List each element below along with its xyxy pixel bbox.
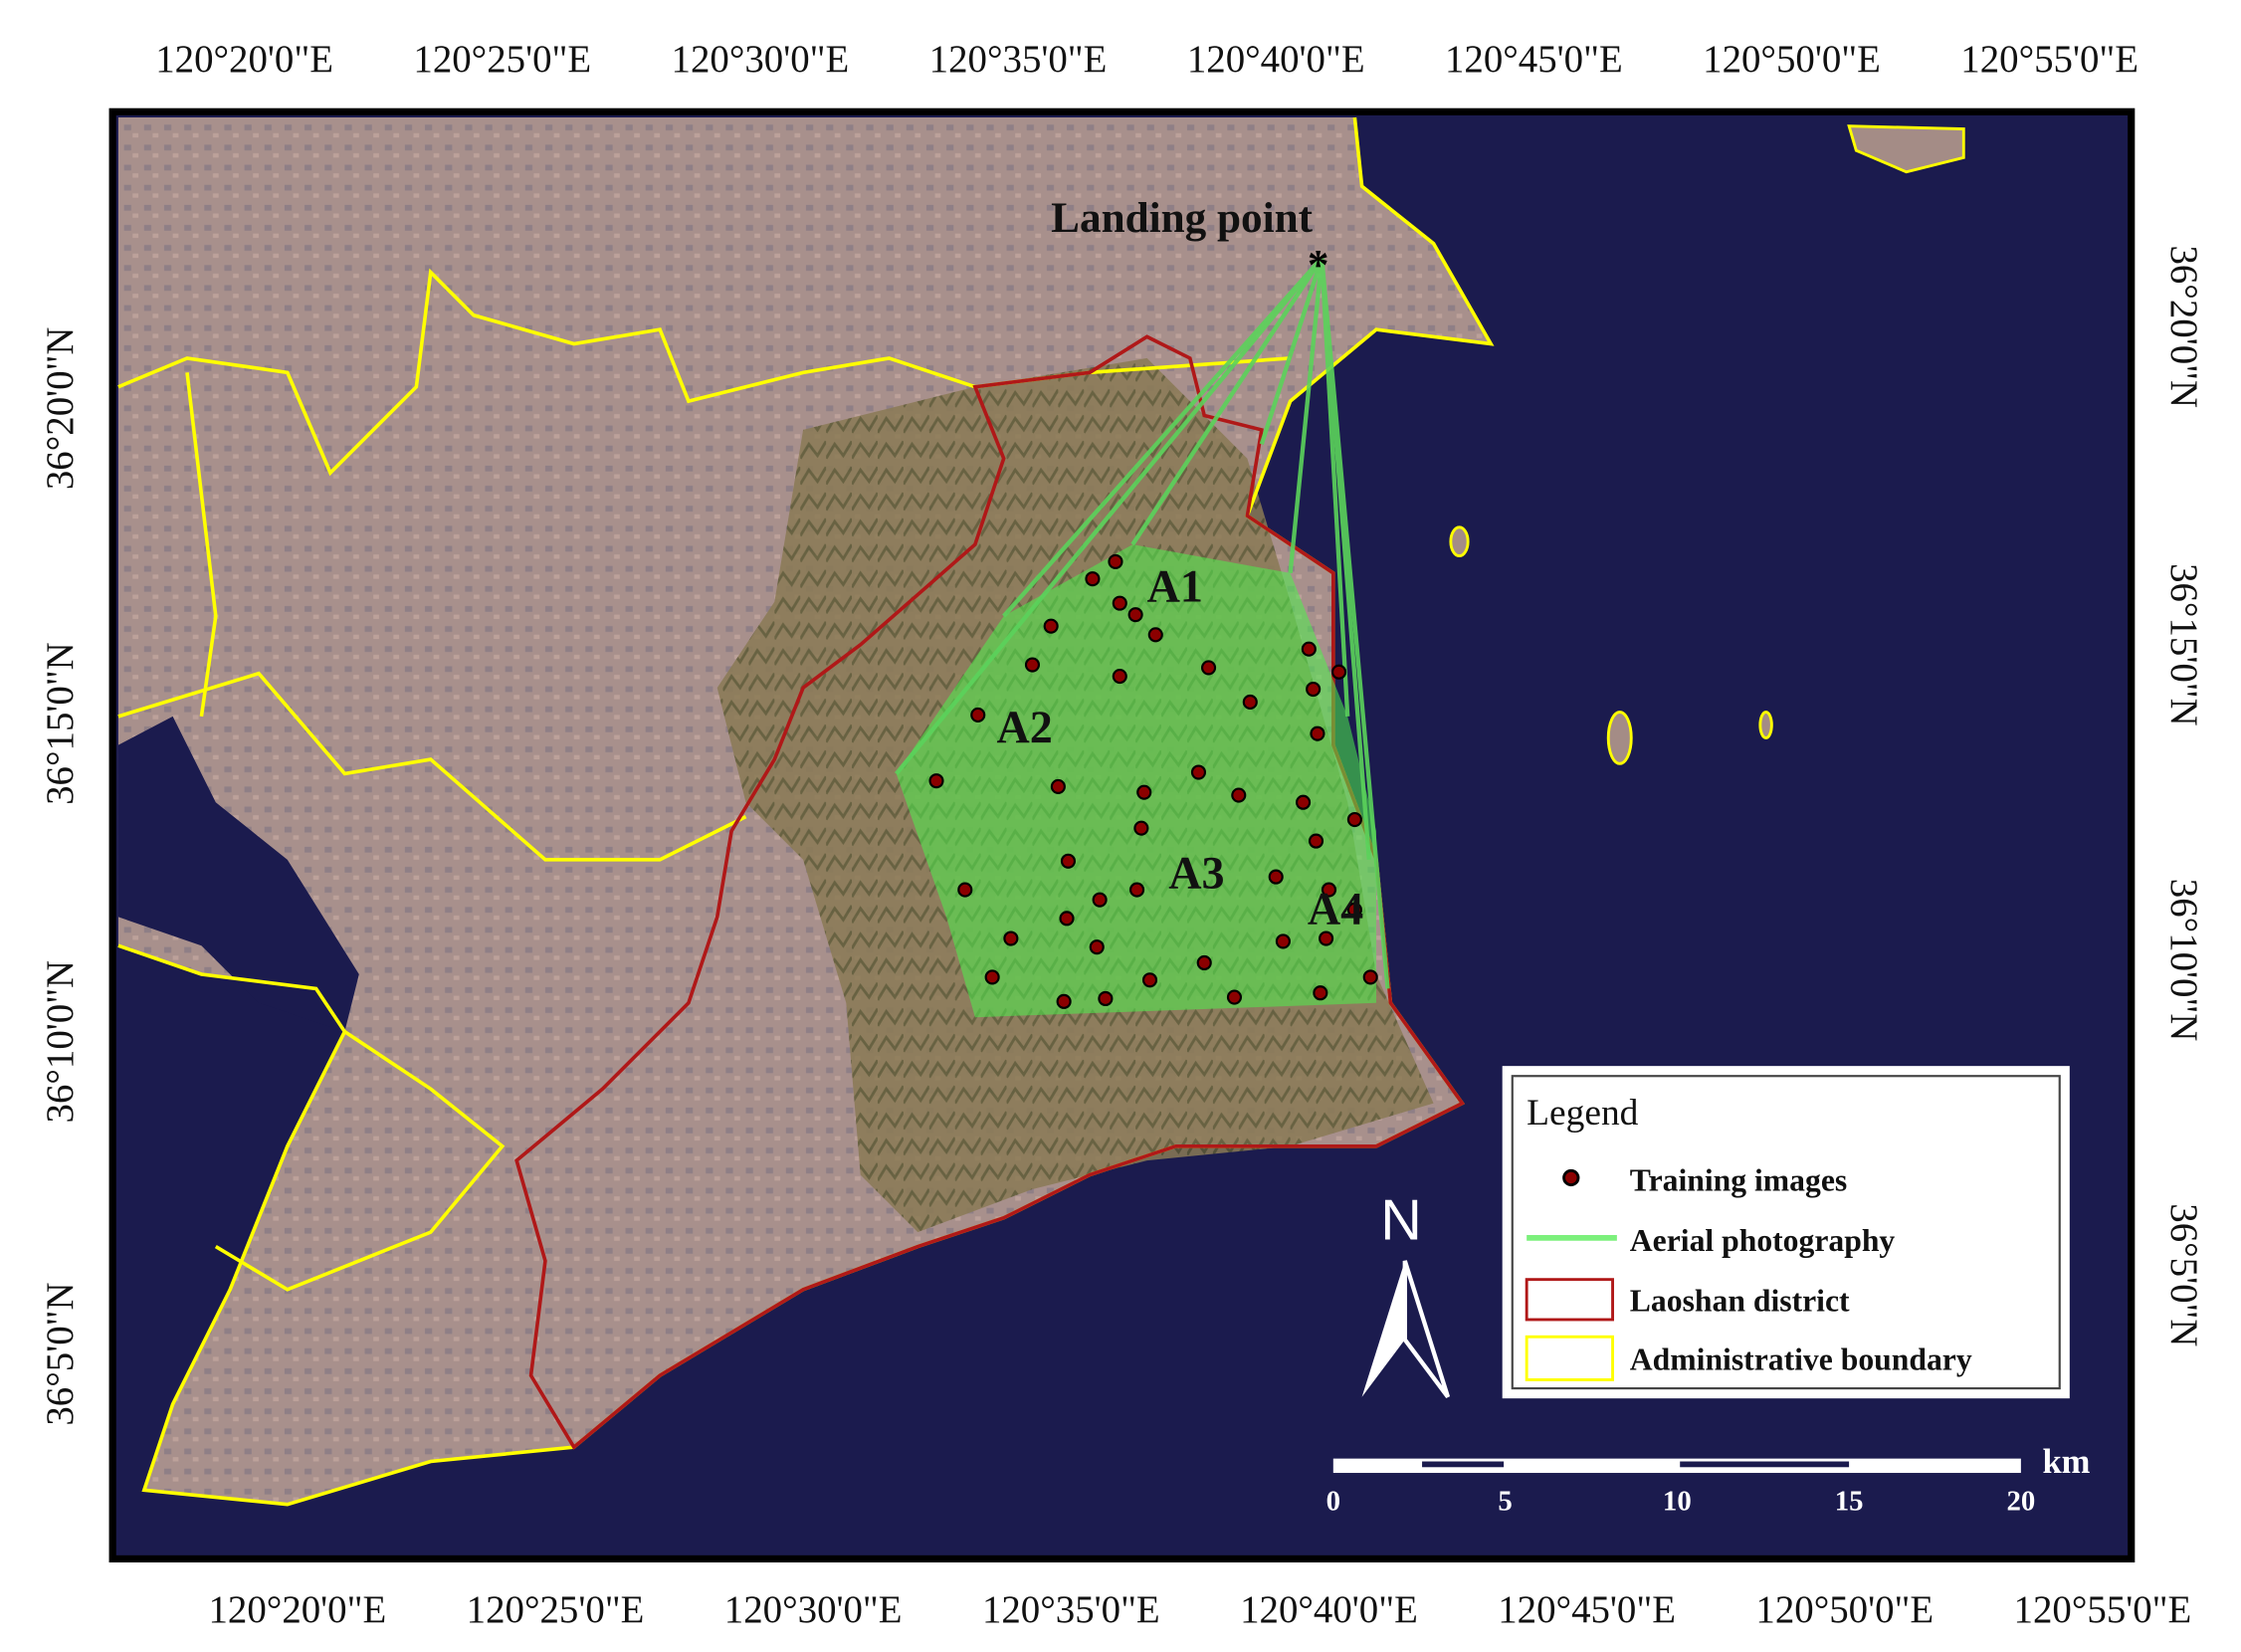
svg-text:5: 5 xyxy=(1498,1485,1512,1517)
training-image-point xyxy=(1060,853,1077,869)
training-image-point xyxy=(1196,954,1212,971)
training-image-point xyxy=(1310,725,1325,741)
svg-text:36°5'0"N: 36°5'0"N xyxy=(39,1282,82,1425)
training-image-point xyxy=(1112,668,1127,685)
svg-text:120°55'0"E: 120°55'0"E xyxy=(2014,1588,2192,1631)
svg-text:0: 0 xyxy=(1326,1485,1340,1517)
svg-text:120°20'0"E: 120°20'0"E xyxy=(209,1588,387,1631)
svg-text:120°45'0"E: 120°45'0"E xyxy=(1498,1588,1676,1631)
training-image-point xyxy=(1226,989,1243,1005)
training-image-point xyxy=(1108,553,1123,569)
training-image-point xyxy=(1043,618,1059,634)
legend-item-laoshan-district: Laoshan district xyxy=(1630,1283,1850,1318)
island xyxy=(1449,525,1470,558)
training-image-point xyxy=(970,707,986,723)
training-image-point xyxy=(1306,681,1322,698)
svg-text:36°10'0"N: 36°10'0"N xyxy=(39,960,82,1124)
training-image-point xyxy=(984,969,1000,985)
training-image-point xyxy=(1275,933,1291,949)
training-image-point xyxy=(1190,764,1207,780)
island xyxy=(1758,711,1773,739)
training-image-point xyxy=(1059,911,1075,927)
svg-text:10: 10 xyxy=(1663,1485,1692,1517)
training-image-point xyxy=(1346,811,1362,828)
map-area: * Landing point A1 A2 A3 A4 N Legend Tra… xyxy=(108,107,2136,1563)
area-label-a3: A3 xyxy=(1168,848,1224,899)
island xyxy=(1606,711,1633,765)
legend-item-training-images: Training images xyxy=(1630,1162,1847,1197)
svg-text:120°30'0"E: 120°30'0"E xyxy=(672,38,850,81)
training-image-point xyxy=(957,882,973,898)
training-image-point xyxy=(1231,787,1247,803)
svg-text:36°5'0"N: 36°5'0"N xyxy=(2162,1203,2205,1346)
svg-text:36°15'0"N: 36°15'0"N xyxy=(39,642,82,805)
training-image-point xyxy=(1085,571,1101,587)
svg-text:120°45'0"E: 120°45'0"E xyxy=(1445,38,1623,81)
right-latitude-labels: 36°20'0"N 36°15'0"N 36°10'0"N 36°5'0"N xyxy=(2162,245,2205,1346)
training-image-point xyxy=(1133,820,1149,836)
legend-item-aerial-photography: Aerial photography xyxy=(1630,1223,1896,1258)
training-image-point xyxy=(1128,882,1145,898)
svg-text:120°40'0"E: 120°40'0"E xyxy=(1187,38,1365,81)
legend: Legend Training images Aerial photograph… xyxy=(1502,1066,2070,1399)
training-image-point xyxy=(1242,694,1258,711)
training-image-point xyxy=(1268,869,1284,885)
svg-text:120°35'0"E: 120°35'0"E xyxy=(982,1588,1160,1631)
training-image-point xyxy=(1136,784,1152,800)
svg-text:120°55'0"E: 120°55'0"E xyxy=(1960,38,2139,81)
training-image-point xyxy=(1089,939,1105,955)
training-image-point xyxy=(1127,607,1143,623)
training-image-point xyxy=(1313,985,1328,1001)
training-image-point xyxy=(1024,657,1041,673)
scale-unit: km xyxy=(2042,1443,2090,1481)
area-label-a2: A2 xyxy=(996,702,1052,752)
svg-text:120°20'0"E: 120°20'0"E xyxy=(155,38,333,81)
svg-text:120°35'0"E: 120°35'0"E xyxy=(929,38,1108,81)
svg-text:120°30'0"E: 120°30'0"E xyxy=(724,1588,903,1631)
svg-text:36°20'0"N: 36°20'0"N xyxy=(2162,245,2205,408)
left-latitude-labels: 36°20'0"N 36°15'0"N 36°10'0"N 36°5'0"N xyxy=(39,327,82,1426)
training-image-point xyxy=(1362,969,1378,985)
training-image-point xyxy=(1141,972,1158,988)
area-label-a4: A4 xyxy=(1308,884,1363,934)
training-image-point xyxy=(1112,595,1127,611)
landing-point-label: Landing point xyxy=(1051,195,1313,242)
landing-point-marker: * xyxy=(1308,243,1329,290)
training-image-point xyxy=(1147,627,1163,643)
svg-text:120°25'0"E: 120°25'0"E xyxy=(467,1588,645,1631)
training-image-point xyxy=(1308,833,1324,849)
training-image-point xyxy=(1092,892,1108,908)
legend-title: Legend xyxy=(1527,1093,1638,1134)
svg-text:120°50'0"E: 120°50'0"E xyxy=(1703,38,1881,81)
svg-text:N: N xyxy=(1380,1188,1422,1252)
training-image-point xyxy=(1098,990,1114,1007)
training-image-point xyxy=(1003,930,1019,946)
training-image-point xyxy=(928,773,944,789)
training-image-point xyxy=(1296,794,1312,810)
svg-text:120°50'0"E: 120°50'0"E xyxy=(1755,1588,1934,1631)
training-image-point xyxy=(1301,641,1317,657)
training-image-point xyxy=(1056,993,1072,1009)
area-label-a1: A1 xyxy=(1147,561,1203,612)
legend-item-administrative-boundary: Administrative boundary xyxy=(1630,1342,1972,1376)
bottom-longitude-labels: 120°20'0"E 120°25'0"E 120°30'0"E 120°35'… xyxy=(209,1588,2192,1631)
svg-text:36°20'0"N: 36°20'0"N xyxy=(39,327,82,491)
training-image-point xyxy=(1200,660,1217,676)
training-image-point xyxy=(1330,664,1347,680)
svg-text:120°25'0"E: 120°25'0"E xyxy=(413,38,591,81)
svg-text:36°15'0"N: 36°15'0"N xyxy=(2162,563,2205,726)
map-figure: * Landing point A1 A2 A3 A4 N Legend Tra… xyxy=(39,38,2205,1631)
training-image-point xyxy=(1050,778,1066,794)
top-longitude-labels: 120°20'0"E 120°25'0"E 120°30'0"E 120°35'… xyxy=(155,38,2139,81)
svg-text:20: 20 xyxy=(2006,1485,2035,1517)
svg-text:15: 15 xyxy=(1835,1485,1864,1517)
svg-text:36°10'0"N: 36°10'0"N xyxy=(2162,879,2205,1042)
svg-text:120°40'0"E: 120°40'0"E xyxy=(1240,1588,1418,1631)
training-images-symbol xyxy=(1562,1168,1580,1187)
